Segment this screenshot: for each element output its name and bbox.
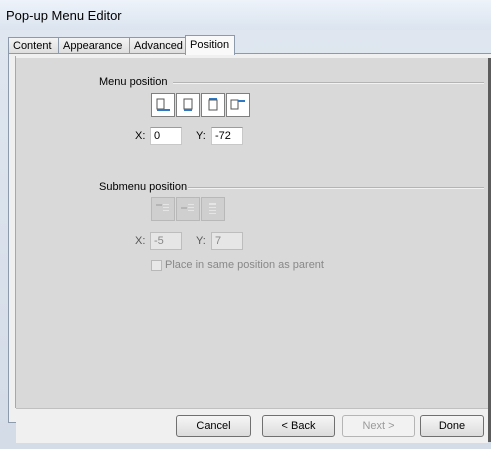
- done-button[interactable]: Done: [420, 415, 484, 437]
- menu-y-input[interactable]: -72: [211, 127, 243, 145]
- submenu-position-middle-button[interactable]: [176, 197, 200, 221]
- submenu-y-label: Y:: [196, 235, 206, 247]
- submenu-top-left-icon: [156, 204, 169, 211]
- tab-content[interactable]: Content: [8, 37, 59, 53]
- same-position-checkbox[interactable]: [151, 260, 162, 271]
- menu-above-icon: [208, 98, 218, 111]
- popup-menu-editor-window: Pop-up Menu Editor Content Appearance Ad…: [0, 0, 491, 449]
- position-panel: Menu position X: 0 Y: -72 Submenu positi…: [16, 58, 488, 408]
- button-bar: Cancel < Back Next > Done: [16, 408, 488, 443]
- window-title: Pop-up Menu Editor: [6, 8, 122, 23]
- menu-bottom-left-icon: [156, 98, 170, 111]
- menu-y-label: Y:: [196, 130, 206, 142]
- menu-right-top-icon: [230, 99, 245, 110]
- submenu-x-input[interactable]: -5: [150, 232, 182, 250]
- submenu-x-label: X:: [135, 235, 146, 247]
- menu-position-bottom-left-button[interactable]: [151, 93, 175, 117]
- menu-position-below-button[interactable]: [176, 93, 200, 117]
- menu-position-divider: [173, 82, 484, 84]
- submenu-bottom-icon: [209, 203, 216, 214]
- tab-position[interactable]: Position: [185, 35, 235, 55]
- menu-position-above-button[interactable]: [201, 93, 225, 117]
- menu-below-icon: [183, 98, 193, 111]
- submenu-position-bottom-button[interactable]: [201, 197, 225, 221]
- title-bar: Pop-up Menu Editor: [0, 0, 491, 30]
- submenu-position-top-left-button[interactable]: [151, 197, 175, 221]
- tab-appearance[interactable]: Appearance: [58, 37, 130, 53]
- next-button[interactable]: Next >: [342, 415, 415, 437]
- cancel-button[interactable]: Cancel: [176, 415, 251, 437]
- same-position-label: Place in same position as parent: [165, 259, 324, 271]
- back-button[interactable]: < Back: [262, 415, 335, 437]
- menu-x-label: X:: [135, 130, 146, 142]
- menu-position-right-top-button[interactable]: [226, 93, 250, 117]
- menu-position-label: Menu position: [99, 76, 168, 88]
- submenu-position-divider: [188, 187, 484, 189]
- submenu-position-label: Submenu position: [99, 181, 188, 193]
- submenu-middle-icon: [181, 204, 194, 211]
- menu-x-input[interactable]: 0: [150, 127, 182, 145]
- tab-advanced[interactable]: Advanced: [129, 37, 186, 53]
- submenu-y-input[interactable]: 7: [211, 232, 243, 250]
